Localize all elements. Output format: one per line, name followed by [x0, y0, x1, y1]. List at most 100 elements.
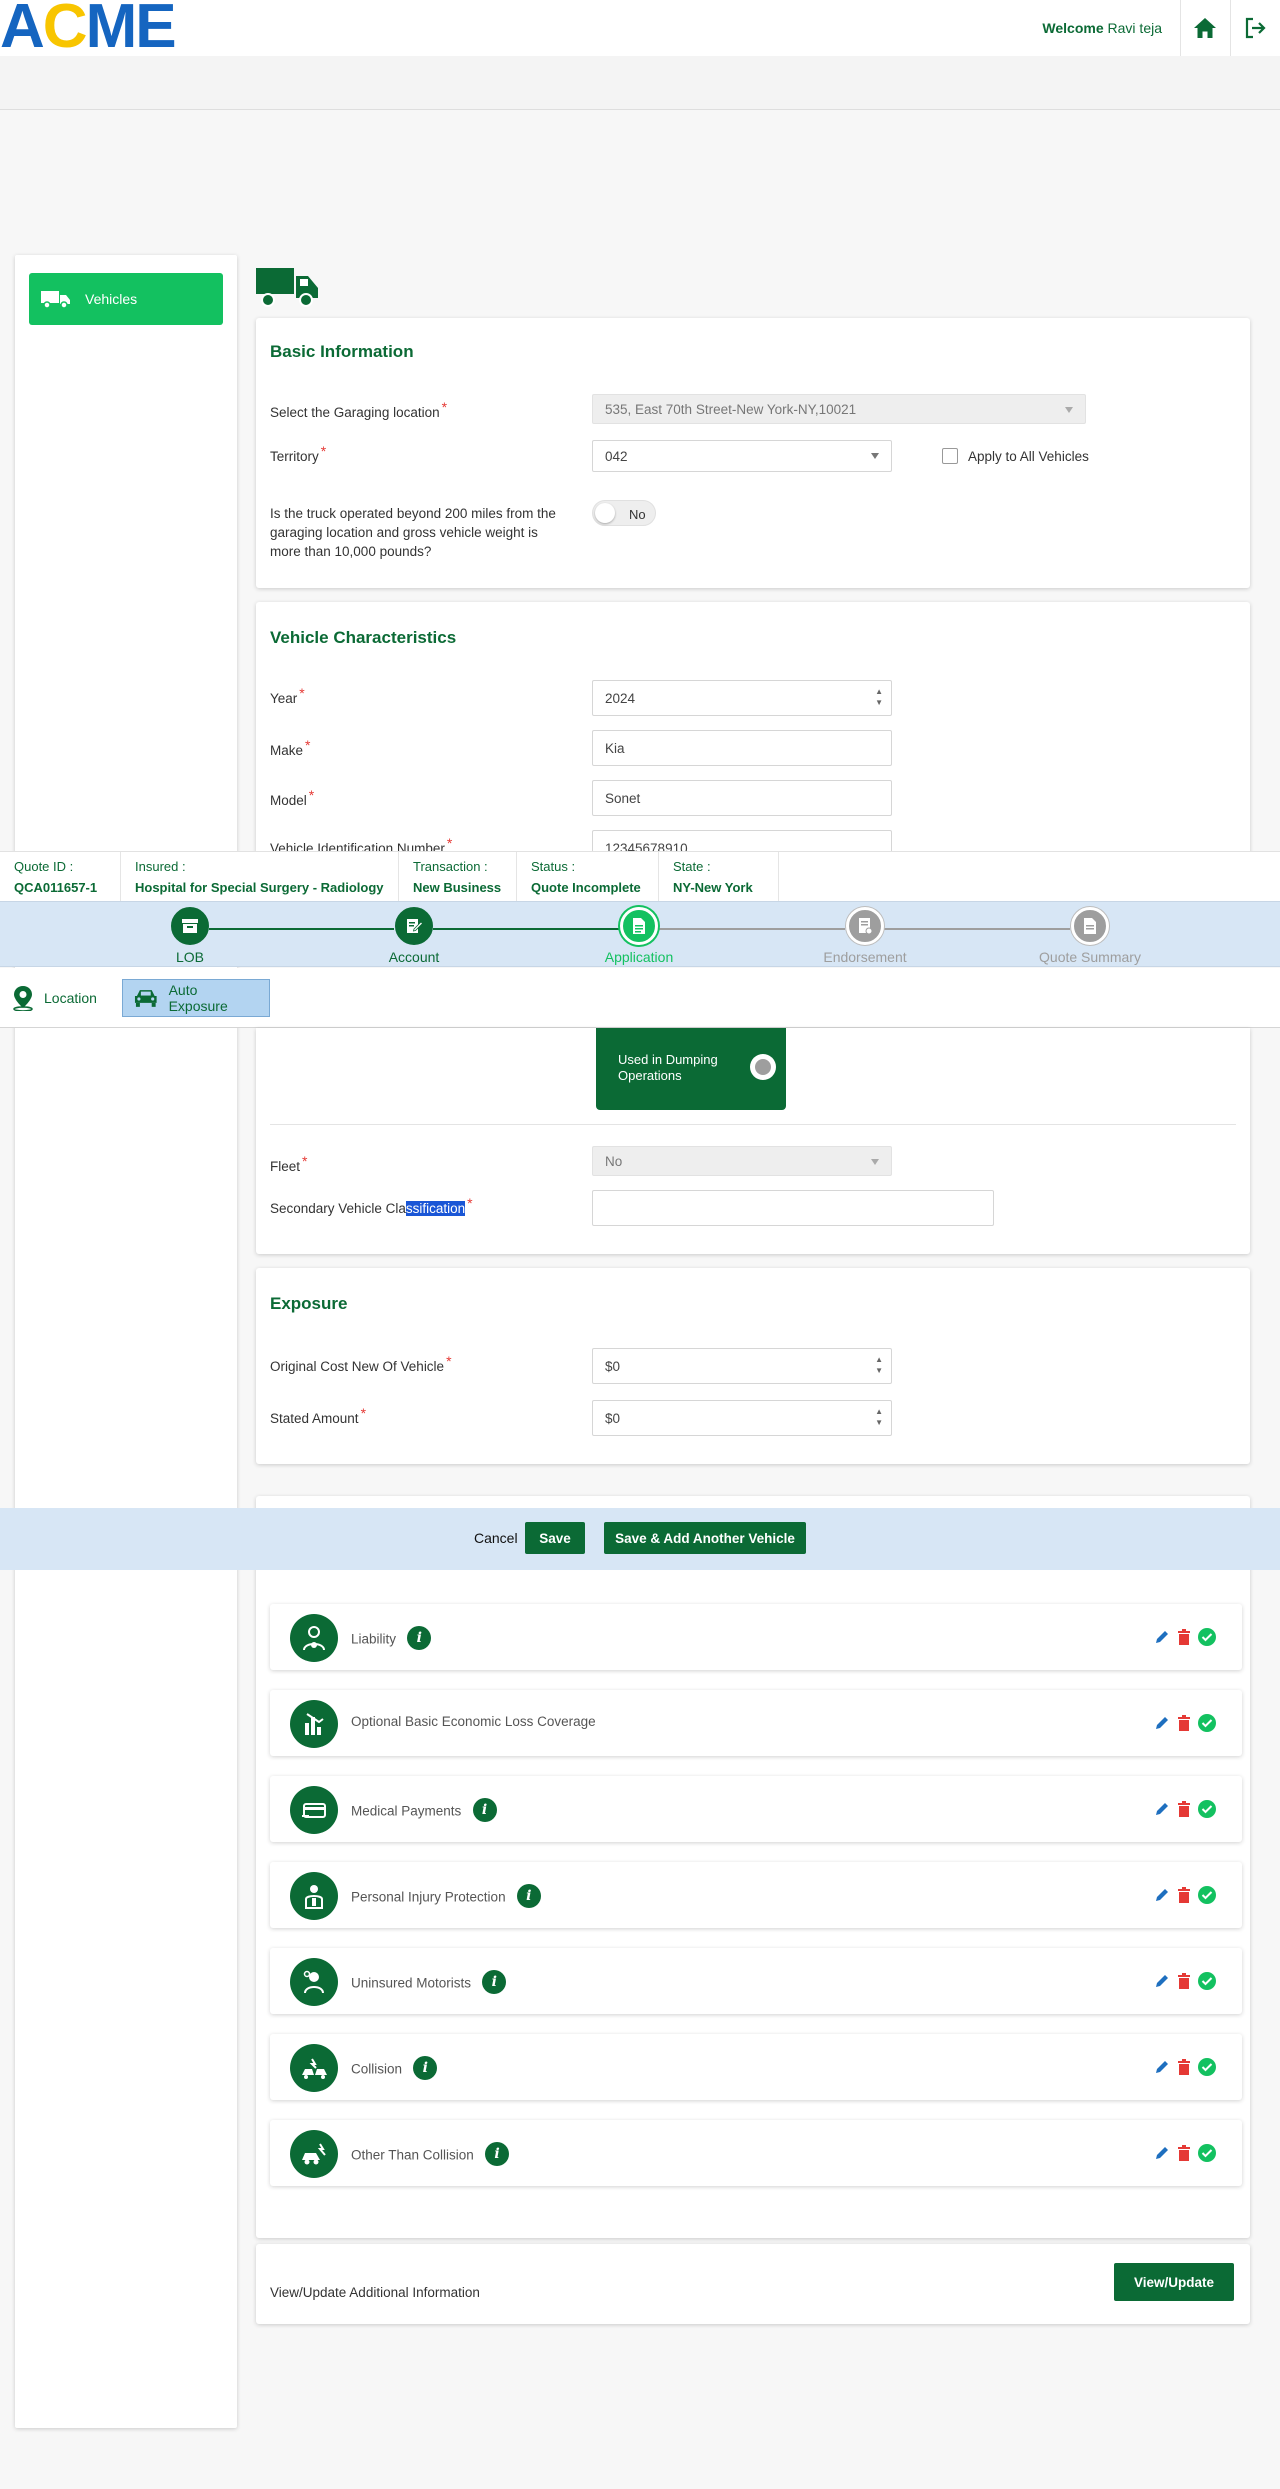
coverage-row-medical-payments[interactable]: Medical Payments i — [270, 1776, 1242, 1842]
original-cost-input[interactable]: $0 ▲ ▼ — [592, 1348, 892, 1384]
edit-icon[interactable] — [1154, 2059, 1170, 2075]
territory-label: Territory * — [270, 443, 327, 464]
stepper-arrows-icon[interactable]: ▲ ▼ — [875, 686, 883, 708]
delete-icon[interactable] — [1177, 1973, 1191, 1989]
step-quote-summary[interactable]: Quote Summary — [1020, 907, 1160, 965]
stated-amount-input[interactable]: $0 ▲ ▼ — [592, 1400, 892, 1436]
stepper-arrows-icon[interactable]: ▲ ▼ — [875, 1354, 883, 1376]
logout-icon — [1245, 17, 1266, 39]
archive-icon — [171, 907, 209, 945]
delete-icon[interactable] — [1177, 1715, 1191, 1731]
acme-logo[interactable]: ACME — [0, 0, 177, 58]
quote-state: State : NY-New York — [659, 852, 779, 902]
check-circle-icon[interactable] — [1198, 1972, 1216, 1990]
coverage-row-collision[interactable]: Collision i — [270, 2034, 1242, 2100]
original-cost-label: Original Cost New Of Vehicle * — [270, 1353, 452, 1374]
save-add-another-vehicle-button[interactable]: Save & Add Another Vehicle — [604, 1522, 806, 1554]
territory-select[interactable]: 042 — [592, 440, 892, 472]
year-input[interactable]: 2024 ▲ ▼ — [592, 680, 892, 716]
stepper-arrows-icon[interactable]: ▲ ▼ — [875, 1406, 883, 1428]
coverage-name: Medical Payments — [351, 1803, 462, 1819]
coverage-row-personal-injury[interactable]: Personal Injury Protection i — [270, 1862, 1242, 1928]
truck-operation-toggle[interactable]: No — [592, 500, 656, 526]
view-update-button[interactable]: View/Update — [1114, 2263, 1234, 2301]
coverage-row-economic-loss[interactable]: Optional Basic Economic Loss Coverage — [270, 1690, 1242, 1756]
model-input[interactable]: Sonet — [592, 780, 892, 816]
personal-injury-icon — [290, 1872, 338, 1920]
truck-operation-question: Is the truck operated beyond 200 miles f… — [270, 506, 556, 559]
quote-info-bar: Quote ID : QCA011657-1 Insured : Hospita… — [0, 851, 1280, 902]
endorsement-icon — [846, 907, 884, 945]
check-circle-icon[interactable] — [1198, 2144, 1216, 2162]
step-application[interactable]: Application — [569, 907, 709, 965]
sidebar-item-label: Vehicles — [85, 291, 138, 307]
garaging-location-select[interactable]: 535, East 70th Street-New York-NY,10021 — [592, 394, 1086, 424]
vehicle-characteristics-card-continued: Used in Dumping Operations Fleet * No Sec… — [256, 1028, 1250, 1254]
other-than-collision-icon — [290, 2130, 338, 2178]
secondary-classification-input[interactable] — [592, 1190, 994, 1226]
tab-location[interactable]: Location — [2, 979, 107, 1017]
edit-icon[interactable] — [1154, 1629, 1170, 1645]
collision-icon — [290, 2044, 338, 2092]
insured-name: Insured : Hospital for Special Surgery -… — [121, 852, 399, 902]
edit-icon[interactable] — [1154, 1887, 1170, 1903]
delete-icon[interactable] — [1177, 1887, 1191, 1903]
edit-icon[interactable] — [1154, 1973, 1170, 1989]
home-icon — [1193, 18, 1216, 38]
delete-icon[interactable] — [1177, 2059, 1191, 2075]
tab-auto-exposure[interactable]: Auto Exposure — [122, 979, 270, 1017]
step-account[interactable]: Account — [344, 907, 484, 965]
delete-icon[interactable] — [1177, 2145, 1191, 2161]
check-circle-icon[interactable] — [1198, 1886, 1216, 1904]
section-title: Basic Information — [270, 342, 414, 361]
check-circle-icon[interactable] — [1198, 1628, 1216, 1646]
delete-icon[interactable] — [1177, 1629, 1191, 1645]
step-endorsement[interactable]: Endorsement — [795, 907, 935, 965]
uninsured-motorists-icon — [290, 1958, 338, 2006]
coverage-row-liability[interactable]: Liability i — [270, 1604, 1242, 1670]
vehicle-truck-icon — [256, 264, 320, 311]
apply-all-checkbox[interactable] — [942, 448, 958, 464]
apply-all-vehicles[interactable]: Apply to All Vehicles — [942, 448, 1089, 464]
summary-icon — [1071, 907, 1109, 945]
info-icon[interactable]: i — [413, 2056, 438, 2080]
top-header: ACME Welcome Ravi teja — [0, 0, 1280, 58]
coverage-row-other-than-collision[interactable]: Other Than Collision i — [270, 2120, 1242, 2186]
chevron-down-icon — [1065, 407, 1073, 413]
economic-loss-icon — [290, 1700, 338, 1748]
make-label: Make * — [270, 737, 311, 758]
edit-icon[interactable] — [1154, 1715, 1170, 1731]
medical-payments-icon — [290, 1786, 338, 1834]
info-icon[interactable]: i — [472, 1798, 497, 1822]
logout-button[interactable] — [1230, 0, 1278, 56]
stated-amount-label: Stated Amount * — [270, 1405, 367, 1426]
home-button[interactable] — [1180, 0, 1228, 56]
secondary-classification-label: Secondary Vehicle Classification * — [270, 1195, 473, 1216]
coverage-name: Personal Injury Protection — [351, 1889, 506, 1905]
check-circle-icon[interactable] — [1198, 1714, 1216, 1732]
coverage-row-uninsured-motorists[interactable]: Uninsured Motorists i — [270, 1948, 1242, 2014]
check-circle-icon[interactable] — [1198, 2058, 1216, 2076]
cancel-button[interactable]: Cancel — [474, 1530, 518, 1546]
dumping-operations-option[interactable]: Used in Dumping Operations — [596, 1028, 786, 1110]
sidebar-item-vehicles[interactable]: Vehicles — [29, 273, 223, 325]
info-icon[interactable]: i — [482, 1970, 507, 1994]
info-icon[interactable]: i — [485, 2142, 510, 2166]
step-lob[interactable]: LOB — [120, 907, 260, 965]
edit-icon[interactable] — [1154, 2145, 1170, 2161]
chevron-down-icon — [871, 1159, 879, 1165]
info-icon[interactable]: i — [407, 1626, 432, 1650]
make-input[interactable]: Kia — [592, 730, 892, 766]
fleet-select[interactable]: No — [592, 1146, 892, 1176]
garaging-location-label: Select the Garaging location * — [270, 399, 448, 420]
header-subbar — [0, 56, 1280, 110]
user-name: Ravi teja — [1107, 20, 1162, 36]
edit-icon[interactable] — [1154, 1801, 1170, 1817]
check-circle-icon[interactable] — [1198, 1800, 1216, 1818]
save-button[interactable]: Save — [525, 1522, 585, 1554]
welcome-text: Welcome Ravi teja — [1042, 20, 1162, 36]
delete-icon[interactable] — [1177, 1801, 1191, 1817]
transaction-type: Transaction : New Business — [399, 852, 517, 902]
info-icon[interactable]: i — [516, 1884, 541, 1908]
dumping-operations-radio[interactable] — [750, 1054, 776, 1080]
